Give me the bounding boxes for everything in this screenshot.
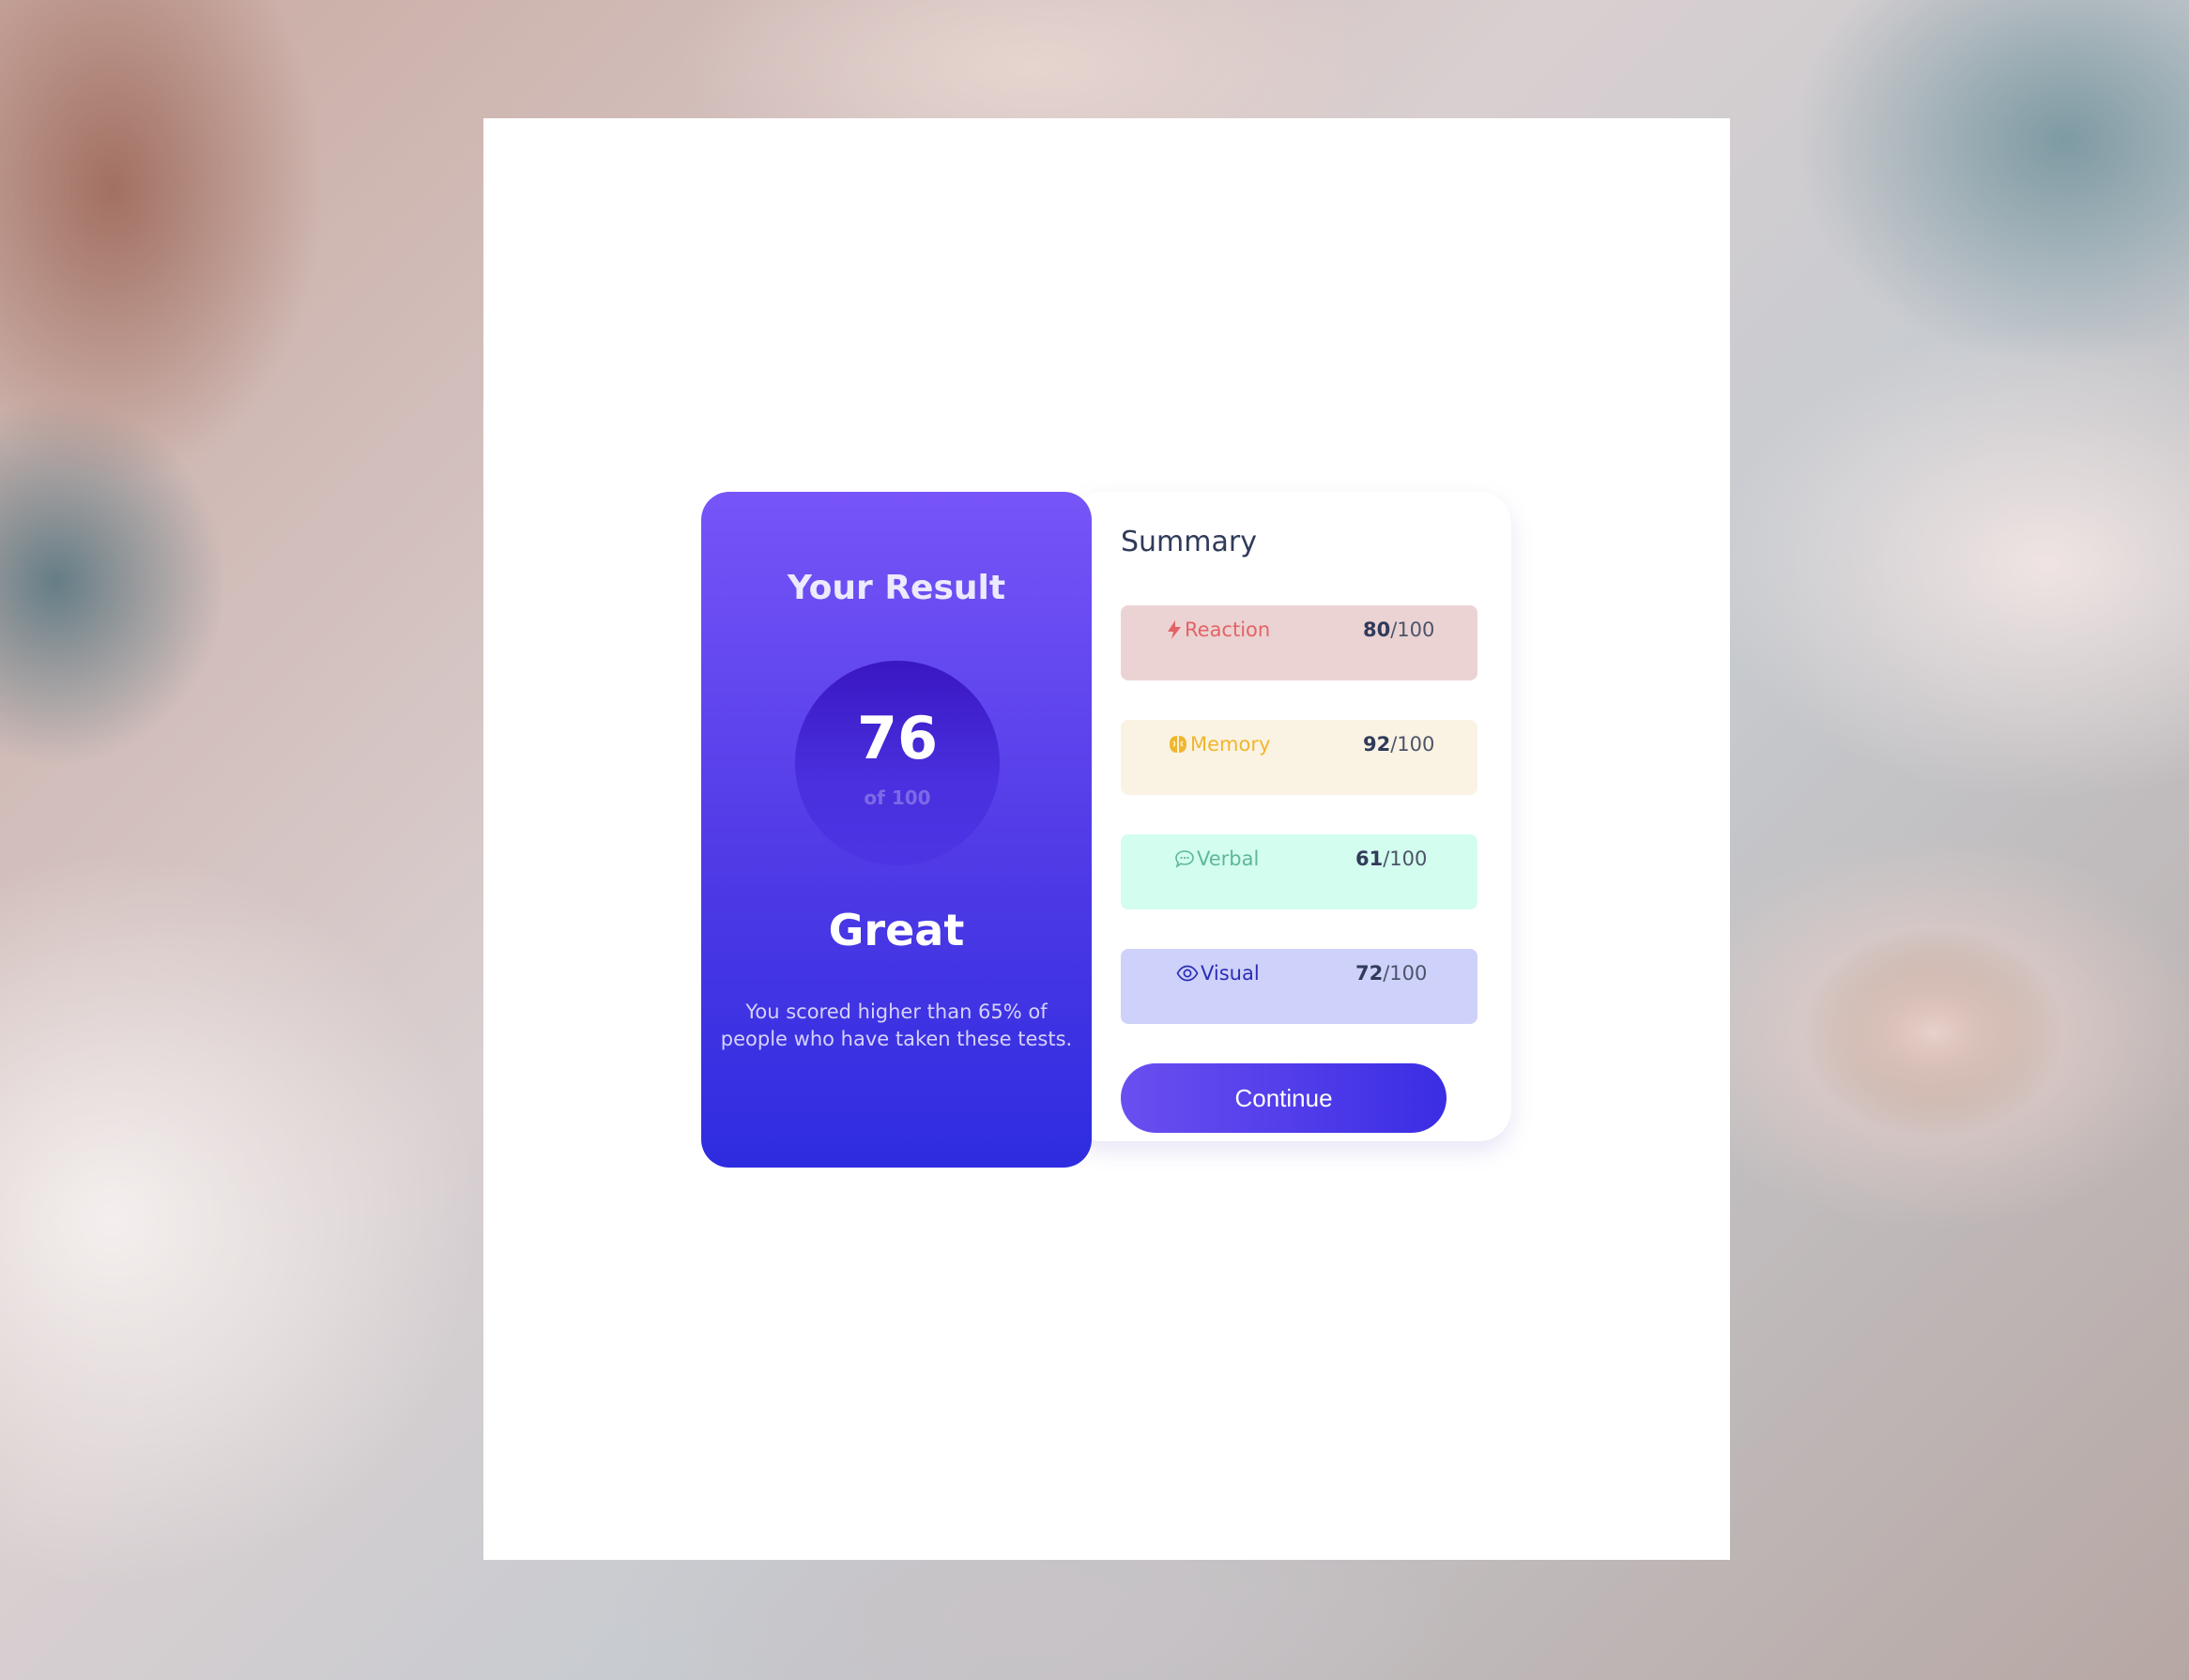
summary-item-reaction: Reaction 80/100 [1121,605,1477,680]
summary-item-verbal: Verbal 61/100 [1121,834,1477,909]
summary-item-score: 61/100 [1355,848,1427,870]
lightning-icon [1166,619,1183,640]
score-value: 76 [856,704,939,772]
summary-item-visual: Visual 72/100 [1121,949,1477,1024]
summary-item-memory: Memory 92/100 [1121,720,1477,795]
summary-item-name: Reaction [1185,619,1271,641]
score-max: /100 [1383,962,1428,985]
summary-title: Summary [1121,526,1257,558]
continue-button[interactable]: Continue [1121,1063,1447,1133]
result-description: You scored higher than 65% of people who… [720,1000,1073,1050]
grade-label: Great [828,905,965,955]
score-number: 80 [1363,619,1391,641]
brain-icon [1168,734,1188,755]
score-circle: 76 of 100 [795,661,1000,865]
result-card: Your Result 76 of 100 Great You scored h… [701,492,1092,1168]
score-max: /100 [1383,848,1428,870]
summary-item-label: Verbal [1174,848,1259,870]
summary-card [1070,492,1511,1141]
score-max: /100 [1390,619,1435,641]
summary-item-label: Visual [1176,962,1260,985]
summary-item-score: 72/100 [1355,962,1427,985]
score-max: /100 [1390,733,1435,756]
summary-item-name: Memory [1190,733,1271,756]
eye-icon [1176,964,1199,983]
score-number: 72 [1355,962,1384,985]
summary-item-score: 92/100 [1363,733,1434,756]
score-max: of 100 [864,787,931,809]
summary-item-score: 80/100 [1363,619,1434,641]
summary-item-name: Visual [1201,962,1260,985]
score-number: 92 [1363,733,1391,756]
speech-bubble-icon [1174,848,1195,869]
summary-item-name: Verbal [1197,848,1260,870]
summary-item-label: Memory [1168,733,1270,756]
summary-item-label: Reaction [1166,619,1270,641]
score-number: 61 [1355,848,1384,870]
result-title: Your Result [787,569,1006,607]
